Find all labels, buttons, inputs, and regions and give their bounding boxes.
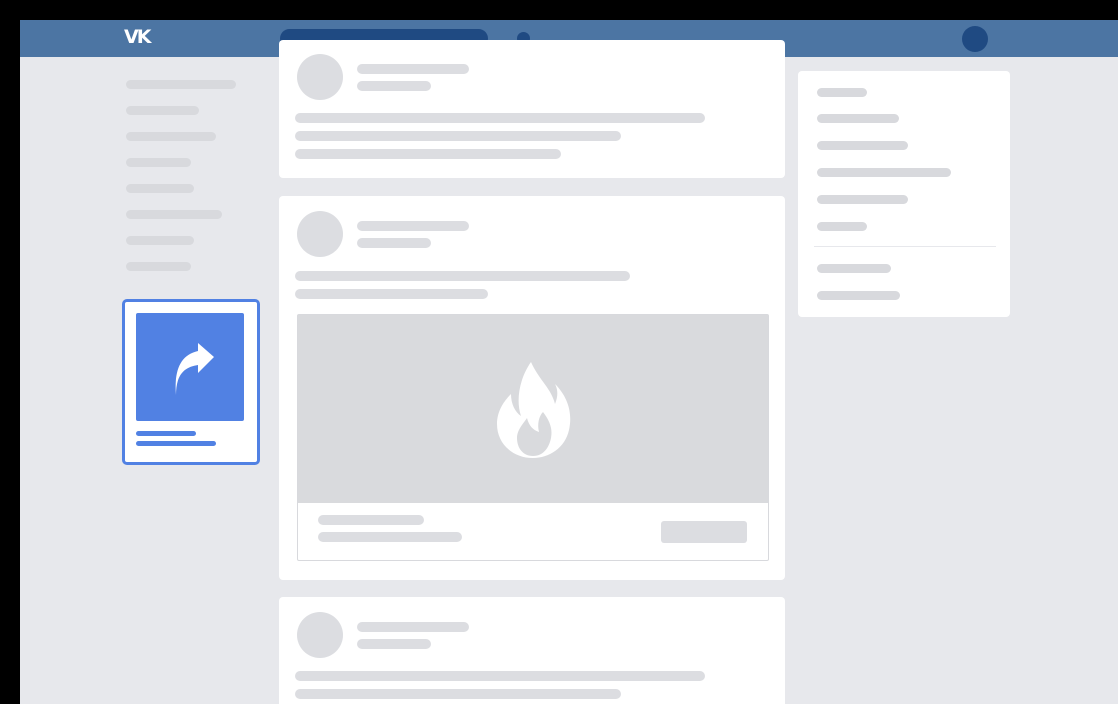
app-icon-tile[interactable] xyxy=(136,313,244,421)
post-text-line xyxy=(295,271,630,281)
media-image[interactable] xyxy=(298,315,768,503)
app-title-line xyxy=(136,431,196,436)
post-date xyxy=(357,639,431,649)
right-menu-item[interactable] xyxy=(817,141,908,150)
feed-post xyxy=(279,40,785,178)
share-arrow-icon xyxy=(175,343,214,395)
post-date xyxy=(357,81,431,91)
post-text-line xyxy=(295,131,621,141)
right-menu-item[interactable] xyxy=(817,168,951,177)
sidebar-item[interactable] xyxy=(126,236,194,245)
post-text-line xyxy=(295,289,488,299)
app-subtitle-line xyxy=(136,441,216,446)
feed-post xyxy=(279,196,785,580)
post-text-line xyxy=(295,671,705,681)
post-text-line xyxy=(295,149,561,159)
flame-icon xyxy=(497,362,571,458)
sidebar-item[interactable] xyxy=(126,80,236,89)
right-menu-item[interactable] xyxy=(817,291,900,300)
browser-viewport: VK xyxy=(20,20,1118,704)
right-menu-item[interactable] xyxy=(817,195,908,204)
sidebar-item[interactable] xyxy=(126,210,222,219)
sidebar-item[interactable] xyxy=(126,262,191,271)
media-action-button[interactable] xyxy=(661,521,747,543)
sidebar-item[interactable] xyxy=(126,132,216,141)
post-media-attachment[interactable] xyxy=(297,314,769,561)
post-text-line xyxy=(295,113,705,123)
post-author-avatar[interactable] xyxy=(297,54,343,100)
post-author-name[interactable] xyxy=(357,622,469,632)
feed-post xyxy=(279,597,785,704)
right-menu-item[interactable] xyxy=(817,88,867,97)
post-author-avatar[interactable] xyxy=(297,612,343,658)
vk-logo[interactable]: VK xyxy=(124,26,151,48)
right-menu-item[interactable] xyxy=(817,264,891,273)
right-menu-item[interactable] xyxy=(817,222,867,231)
menu-divider xyxy=(814,246,996,247)
sidebar-item[interactable] xyxy=(126,158,191,167)
right-menu-item[interactable] xyxy=(817,114,899,123)
post-text-line xyxy=(295,689,621,699)
user-avatar[interactable] xyxy=(962,26,988,52)
post-date xyxy=(357,238,431,248)
sidebar-item[interactable] xyxy=(126,184,194,193)
media-title-line xyxy=(318,515,424,525)
media-caption-line xyxy=(318,532,462,542)
post-author-name[interactable] xyxy=(357,221,469,231)
right-menu-panel xyxy=(798,71,1010,317)
post-author-name[interactable] xyxy=(357,64,469,74)
promo-app-card[interactable] xyxy=(122,299,260,465)
post-author-avatar[interactable] xyxy=(297,211,343,257)
sidebar-item[interactable] xyxy=(126,106,199,115)
